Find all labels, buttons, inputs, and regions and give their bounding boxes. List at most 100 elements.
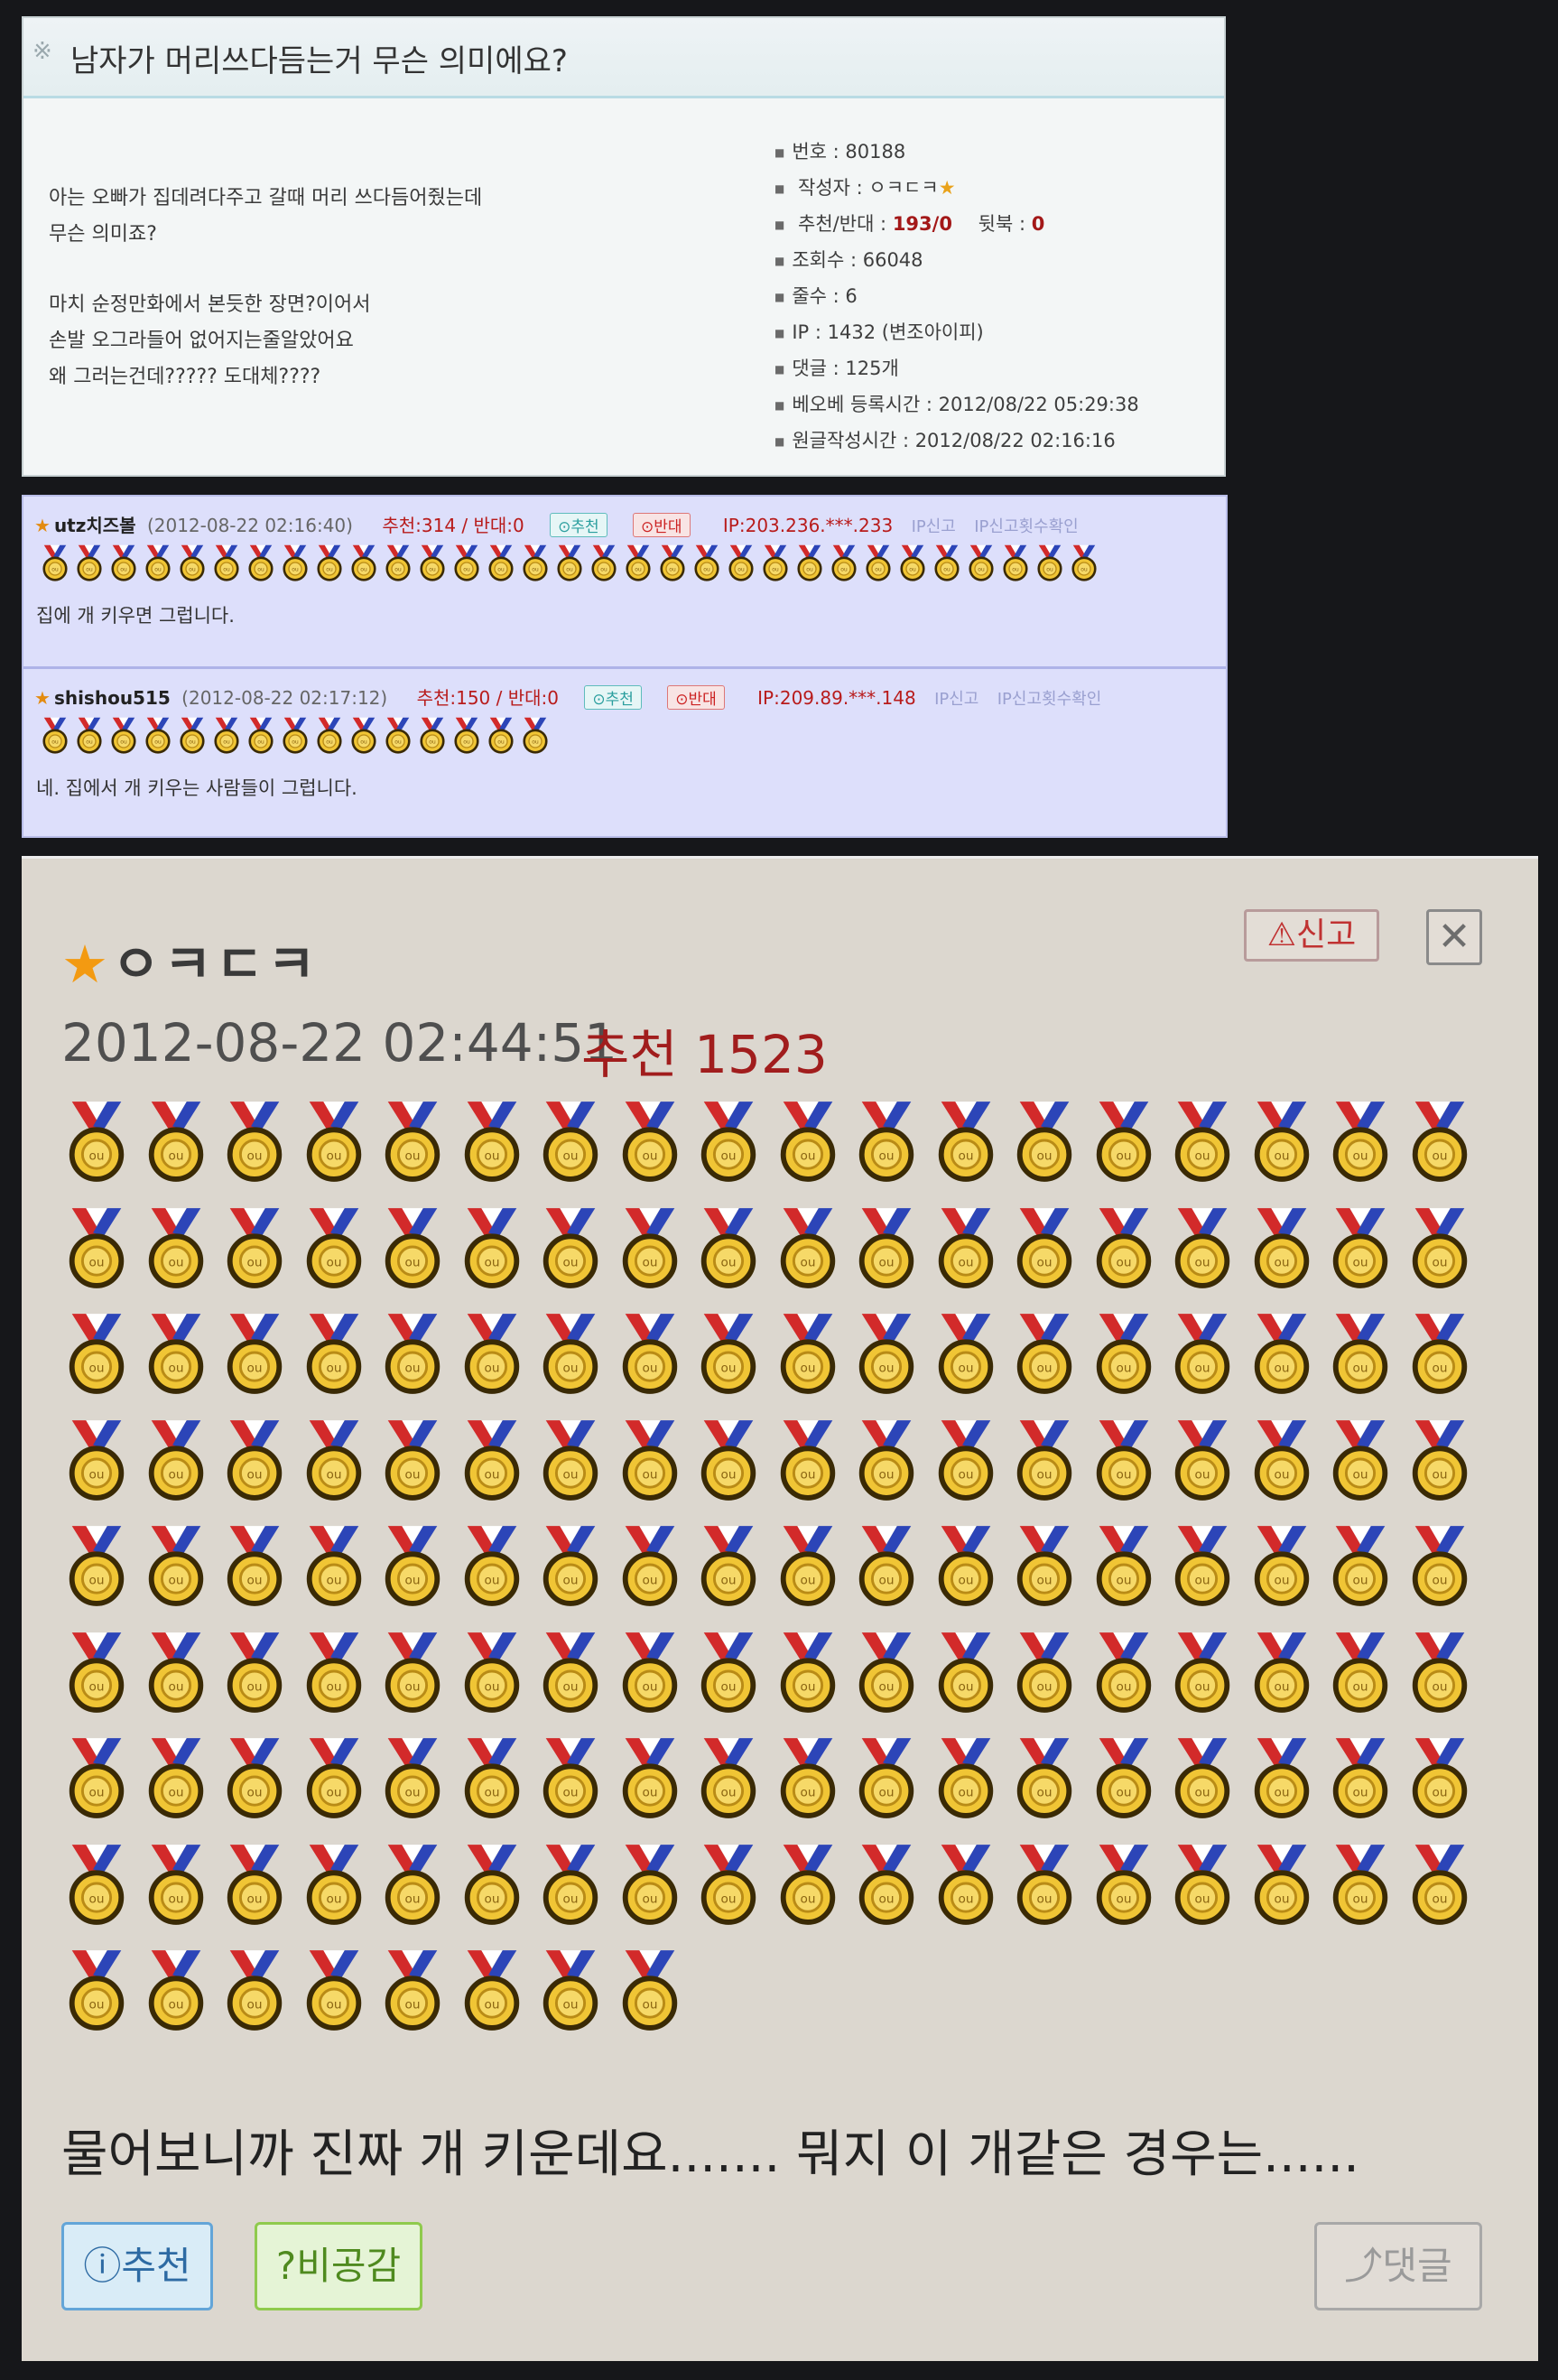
svg-text:ou: ou — [326, 1467, 341, 1482]
medal-icon: ou — [244, 716, 278, 754]
medal-icon: ou — [141, 1734, 220, 1840]
medal-icon: ou — [61, 1734, 141, 1840]
medal-icon: ou — [278, 544, 312, 581]
medal-icon: ou — [931, 1734, 1010, 1840]
medal-icon: ou — [312, 544, 347, 581]
ip-report-link[interactable]: IP신고 — [912, 517, 956, 536]
svg-text:ou: ou — [642, 1997, 657, 2012]
medal-icon: ou — [1247, 1521, 1326, 1628]
medal-icon: ou — [457, 1309, 536, 1416]
medal-icon: ou — [1325, 1840, 1405, 1947]
medal-icon: ou — [1167, 1628, 1247, 1734]
medal-icon: ou — [61, 1097, 141, 1204]
close-button[interactable]: ✕ — [1426, 909, 1482, 965]
post-paragraph: 마치 순정만화에서 본듯한 장면?이어서 손발 오그라들어 없어지는줄알았어요 … — [49, 293, 371, 388]
medal-icon: ou — [1009, 1416, 1089, 1522]
svg-text:ou: ou — [1037, 1467, 1053, 1482]
svg-text:ou: ou — [326, 1997, 341, 2012]
medal-icon: ou — [1325, 1204, 1405, 1310]
svg-text:ou: ou — [168, 1573, 183, 1587]
svg-text:ou: ou — [89, 1679, 105, 1694]
featured-comment-author[interactable]: ★ㅇㅋㄷㅋ — [61, 922, 319, 998]
medal-icon: ou — [1067, 544, 1101, 581]
dislike-label: 비공감 — [296, 2244, 402, 2288]
svg-text:ou: ou — [958, 1467, 973, 1482]
medal-icon: ou — [299, 1204, 378, 1310]
exclamation-icon: ⓘ — [83, 2244, 122, 2288]
medal-icon: ou — [72, 544, 107, 581]
medal-icon: ou — [377, 1416, 457, 1522]
medal-icon: ou — [535, 1946, 615, 2052]
svg-text:ou: ou — [326, 1361, 341, 1375]
medal-icon: ou — [1089, 1840, 1168, 1947]
svg-text:ou: ou — [1353, 1361, 1368, 1375]
svg-text:ou: ou — [405, 1892, 421, 1906]
medal-icon: ou — [1247, 1097, 1326, 1204]
svg-text:ou: ou — [800, 1361, 815, 1375]
comment-author[interactable]: utz치즈볼 — [54, 515, 136, 536]
svg-text:ou: ou — [1195, 1785, 1210, 1799]
medal-icon: ou — [693, 1521, 773, 1628]
comment-oppose-button[interactable]: ⊙반대 — [633, 513, 691, 537]
medal-icon: ou — [1089, 1734, 1168, 1840]
svg-text:ou: ou — [1037, 1148, 1053, 1163]
meta-back-value: 0 — [1031, 213, 1045, 235]
svg-text:ou: ou — [89, 1148, 105, 1163]
svg-text:ou: ou — [405, 1148, 421, 1163]
svg-text:ou: ou — [958, 1892, 973, 1906]
reply-label: 댓글 — [1382, 2244, 1452, 2288]
medal-icon: ou — [587, 544, 621, 581]
comment-recommend-button[interactable]: ⊙추천 — [584, 685, 642, 710]
medal-icon: ou — [244, 544, 278, 581]
ip-report-link[interactable]: IP신고 — [934, 690, 978, 709]
report-button[interactable]: ⚠신고 — [1244, 909, 1379, 962]
medal-icon: ou — [964, 544, 998, 581]
svg-text:ou: ou — [563, 1785, 579, 1799]
comment-recommend-count: 추천:150 / 반대:0 — [416, 687, 559, 709]
svg-text:ou: ou — [154, 739, 162, 746]
medal-icon: ou — [895, 544, 930, 581]
medal-icon: ou — [931, 1840, 1010, 1947]
svg-text:ou: ou — [463, 567, 470, 573]
medal-icon: ou — [693, 1416, 773, 1522]
dislike-button[interactable]: ?비공감 — [255, 2222, 422, 2310]
svg-text:ou: ou — [394, 567, 402, 573]
ip-report-count-link[interactable]: IP신고횟수확인 — [997, 690, 1102, 709]
medal-icon: ou — [690, 544, 724, 581]
medal-icon: ou — [655, 544, 690, 581]
comment-author[interactable]: shishou515 — [54, 687, 171, 709]
medal-icon: ou — [1405, 1416, 1484, 1522]
meta-author-name[interactable]: ㅇㅋㄷㅋ — [868, 177, 938, 199]
svg-text:ou: ou — [86, 567, 93, 573]
reply-button[interactable]: ⤴댓글 — [1314, 2222, 1482, 2310]
recommend-button[interactable]: ⓘ추천 — [61, 2222, 213, 2310]
comment-oppose-button[interactable]: ⊙반대 — [667, 685, 725, 710]
svg-text:ou: ou — [563, 1997, 579, 2012]
comment-datetime: 2012-08-22 02:44:51 — [61, 1012, 617, 1074]
medal-icon: ou — [1325, 1309, 1405, 1416]
comment-recommend-button[interactable]: ⊙추천 — [550, 513, 607, 537]
svg-text:ou: ou — [1080, 567, 1088, 573]
svg-text:ou: ou — [1432, 1679, 1447, 1694]
svg-text:ou: ou — [958, 1679, 973, 1694]
svg-text:ou: ou — [360, 567, 367, 573]
ip-report-count-link[interactable]: IP신고횟수확인 — [974, 517, 1079, 536]
medal-icon: ou — [1089, 1521, 1168, 1628]
medal-icon: ou — [219, 1416, 299, 1522]
svg-text:ou: ou — [800, 1255, 815, 1269]
svg-text:ou: ou — [669, 567, 676, 573]
medal-icon: ou — [615, 1946, 694, 2052]
medal-icon: ou — [61, 1628, 141, 1734]
svg-text:ou: ou — [405, 1785, 421, 1799]
svg-text:ou: ou — [223, 567, 230, 573]
medal-icon: ou — [450, 544, 484, 581]
svg-text:ou: ou — [879, 1679, 895, 1694]
medal-icon: ou — [72, 716, 107, 754]
medal-icon: ou — [141, 1521, 220, 1628]
svg-text:ou: ou — [326, 1892, 341, 1906]
medal-icon: ou — [1089, 1309, 1168, 1416]
svg-text:ou: ou — [168, 1785, 183, 1799]
medal-icon: ou — [1167, 1840, 1247, 1947]
medal-icon: ou — [1247, 1204, 1326, 1310]
medal-icon: ou — [931, 1521, 1010, 1628]
